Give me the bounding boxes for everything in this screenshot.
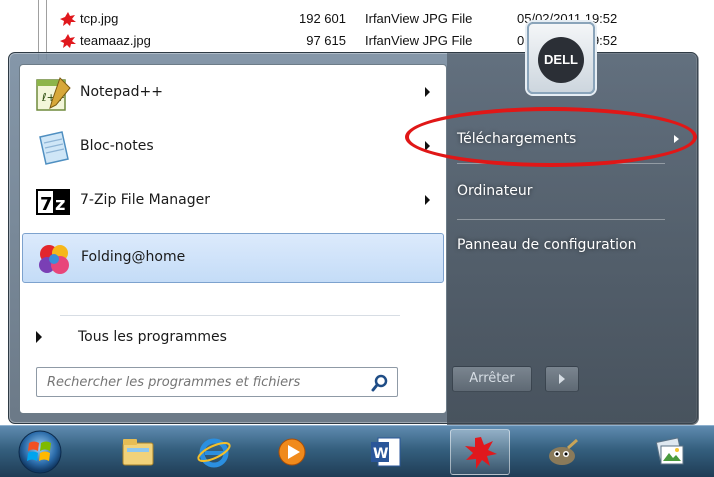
link-computer-label: Ordinateur [457, 183, 533, 199]
word-icon: W [371, 437, 401, 467]
irfanview-file-icon [60, 34, 76, 48]
svg-text:W: W [373, 446, 388, 462]
program-notepadpp[interactable]: ℓ++ Notepad++ [22, 69, 444, 119]
all-programs-label: Tous les programmes [78, 329, 227, 345]
search-box [36, 367, 398, 397]
submenu-arrow-icon [425, 87, 430, 97]
all-programs-arrow-icon [36, 331, 42, 343]
file-size: 97 615 [306, 33, 346, 48]
shutdown-options-button[interactable] [545, 366, 579, 392]
start-menu-programs-pane: ℓ++ Notepad++ Bloc-notes 7 z 7-Zip File … [19, 64, 447, 414]
shutdown-button[interactable]: Arrêter [452, 366, 532, 392]
link-computer[interactable]: Ordinateur [447, 175, 697, 209]
notepadpp-icon: ℓ++ [36, 77, 71, 111]
svg-text:z: z [55, 194, 65, 215]
photo-viewer-icon [655, 437, 684, 465]
taskbar-media-player[interactable] [262, 429, 322, 475]
divider [60, 315, 400, 316]
explorer-icon [122, 439, 154, 466]
gimp-icon [549, 438, 578, 465]
file-type: IrfanView JPG File [365, 11, 473, 26]
red-splat-icon [465, 437, 497, 469]
program-label: Folding@home [81, 249, 186, 265]
link-control-panel[interactable]: Panneau de configuration [447, 229, 697, 263]
annotation-ellipse [405, 107, 697, 167]
file-name: tcp.jpg [80, 11, 119, 26]
file-row[interactable]: tcp.jpg 192 601 IrfanView JPG File 05/02… [0, 9, 714, 29]
svg-text:7: 7 [40, 194, 53, 215]
submenu-arrow-icon [425, 195, 430, 205]
program-label: 7-Zip File Manager [80, 192, 211, 208]
taskbar-gimp[interactable] [532, 429, 592, 475]
search-input[interactable] [37, 368, 357, 396]
link-control-panel-label: Panneau de configuration [457, 237, 637, 253]
internet-explorer-icon [197, 438, 231, 468]
program-7zip[interactable]: 7 z 7-Zip File Manager [22, 177, 444, 227]
folding-home-icon [39, 245, 69, 274]
file-size: 192 601 [299, 11, 346, 26]
taskbar-explorer[interactable] [108, 429, 168, 475]
taskbar: W [0, 425, 714, 477]
divider [457, 219, 665, 220]
irfanview-file-icon [60, 12, 76, 26]
all-programs-button[interactable]: Tous les programmes [22, 323, 444, 353]
search-icon[interactable] [371, 374, 389, 392]
7zip-icon: 7 z [36, 189, 70, 215]
notepad-icon [39, 131, 69, 165]
file-type: IrfanView JPG File [365, 33, 473, 48]
file-row[interactable]: teamaaz.jpg 97 615 IrfanView JPG File 05… [0, 31, 714, 51]
taskbar-photo-viewer[interactable] [640, 429, 700, 475]
file-name: teamaaz.jpg [80, 33, 151, 48]
program-bloc-notes[interactable]: Bloc-notes [22, 123, 444, 173]
start-orb-icon[interactable] [14, 429, 66, 475]
media-player-icon [278, 438, 306, 466]
program-label: Bloc-notes [80, 138, 154, 154]
taskbar-internet-explorer[interactable] [184, 429, 244, 475]
taskbar-red-splat[interactable] [450, 429, 510, 475]
program-label: Notepad++ [80, 84, 163, 100]
dell-logo: DELL [538, 37, 584, 83]
user-picture[interactable]: DELL [527, 22, 595, 94]
program-folding-home[interactable]: Folding@home [22, 233, 444, 283]
taskbar-word[interactable]: W [356, 429, 416, 475]
chevron-right-icon [559, 374, 565, 384]
